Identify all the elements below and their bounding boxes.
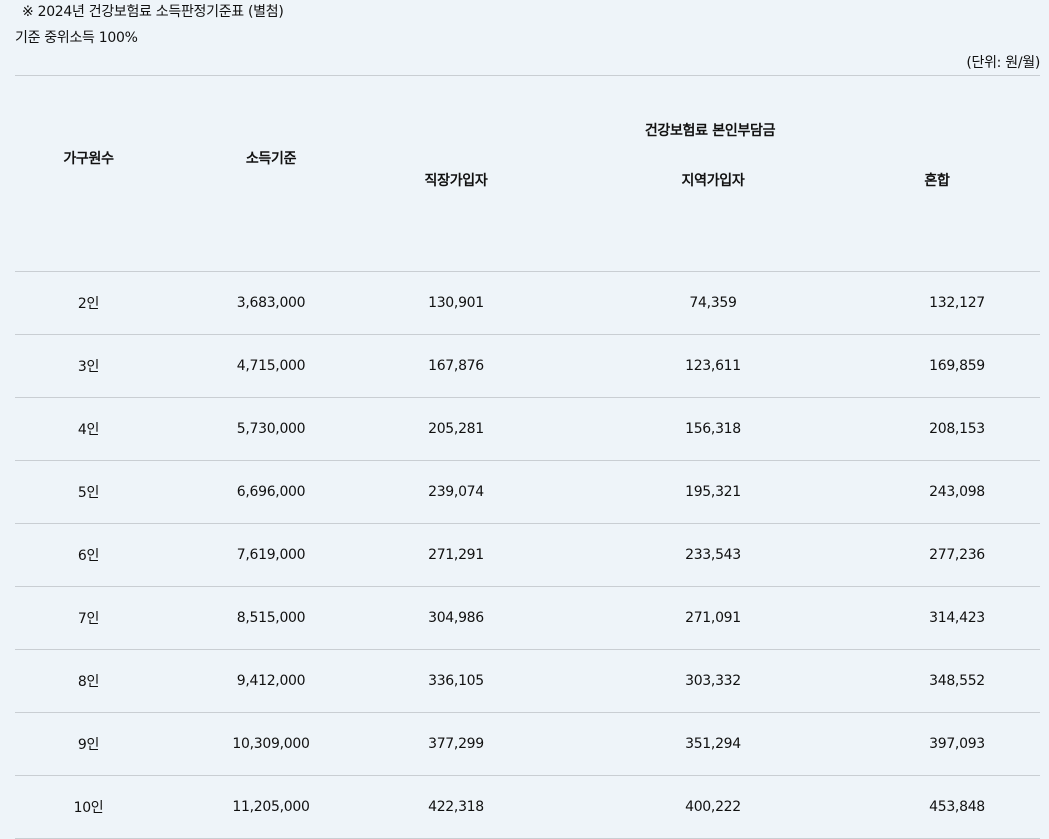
cell-regional: 303,332 [685, 673, 741, 689]
table-row: 2인 3,683,000 130,901 74,359 132,127 [15, 271, 1041, 335]
unit-label: (단위: 원/월) [966, 55, 1040, 71]
header-household: 가구원수 [15, 75, 162, 272]
cell-mixed: 208,153 [929, 421, 985, 437]
cell-income: 11,205,000 [232, 799, 310, 815]
cell-mixed: 453,848 [929, 799, 985, 815]
income-criteria-table: 가구원수 소득기준 건강보험료 본인부담금 직장가입자 지역가입자 혼합 2인 3… [15, 75, 1041, 839]
table-row: 3인 4,715,000 167,876 123,611 169,859 [15, 334, 1041, 398]
cell-mixed: 132,127 [929, 295, 985, 311]
cell-household: 3인 [77, 359, 100, 375]
cell-household: 4인 [77, 422, 100, 438]
cell-household: 7인 [77, 611, 100, 627]
cell-mixed: 243,098 [929, 484, 985, 500]
cell-regional: 271,091 [685, 610, 741, 626]
cell-employee: 377,299 [428, 736, 484, 752]
cell-household: 10인 [73, 800, 104, 816]
header-mixed: 혼합 [834, 162, 1041, 272]
cell-income: 5,730,000 [236, 421, 306, 437]
cell-mixed: 169,859 [929, 358, 985, 374]
header-employee: 직장가입자 [380, 162, 612, 272]
cell-income: 6,696,000 [236, 484, 306, 500]
cell-mixed: 348,552 [929, 673, 985, 689]
cell-income: 8,515,000 [236, 610, 306, 626]
cell-employee: 205,281 [428, 421, 484, 437]
cell-mixed: 277,236 [929, 547, 985, 563]
cell-mixed: 314,423 [929, 610, 985, 626]
cell-employee: 304,986 [428, 610, 484, 626]
table-row: 8인 9,412,000 336,105 303,332 348,552 [15, 649, 1041, 713]
cell-regional: 351,294 [685, 736, 741, 752]
cell-employee: 336,105 [428, 673, 484, 689]
cell-household: 6인 [77, 548, 100, 564]
cell-household: 5인 [77, 485, 100, 501]
header-premium-group: 건강보험료 본인부담금 [380, 75, 1041, 162]
table-header: 가구원수 소득기준 건강보험료 본인부담금 직장가입자 지역가입자 혼합 [15, 75, 1041, 272]
table-body: 2인 3,683,000 130,901 74,359 132,127 3인 4,715,0… [15, 271, 1041, 839]
cell-income: 10,309,000 [232, 736, 310, 752]
header-regional: 지역가입자 [612, 162, 834, 272]
cell-income: 4,715,000 [236, 358, 306, 374]
cell-regional: 233,543 [685, 547, 741, 563]
cell-income: 9,412,000 [236, 673, 306, 689]
table-row: 6인 7,619,000 271,291 233,543 277,236 [15, 523, 1041, 587]
table-row: 9인 10,309,000 377,299 351,294 397,093 [15, 712, 1041, 776]
table-row: 7인 8,515,000 304,986 271,091 314,423 [15, 586, 1041, 650]
cell-regional: 74,359 [689, 295, 737, 311]
cell-employee: 130,901 [428, 295, 484, 311]
cell-employee: 271,291 [428, 547, 484, 563]
cell-household: 2인 [77, 296, 100, 312]
table-note: ※ 2024년 건강보험료 소득판정기준표 (별첨) [22, 4, 284, 20]
cell-employee: 422,318 [428, 799, 484, 815]
cell-income: 3,683,000 [236, 295, 306, 311]
median-income-subtitle: 기준 중위소득 100% [15, 30, 138, 46]
cell-regional: 400,222 [685, 799, 741, 815]
cell-household: 9인 [77, 737, 100, 753]
table-row: 4인 5,730,000 205,281 156,318 208,153 [15, 397, 1041, 461]
cell-household: 8인 [77, 674, 100, 690]
cell-regional: 156,318 [685, 421, 741, 437]
cell-regional: 123,611 [685, 358, 741, 374]
table-row: 5인 6,696,000 239,074 195,321 243,098 [15, 460, 1041, 524]
cell-regional: 195,321 [685, 484, 741, 500]
cell-employee: 167,876 [428, 358, 484, 374]
cell-income: 7,619,000 [236, 547, 306, 563]
cell-mixed: 397,093 [929, 736, 985, 752]
header-income: 소득기준 [162, 75, 380, 272]
table-row: 10인 11,205,000 422,318 400,222 453,848 [15, 775, 1041, 839]
cell-employee: 239,074 [428, 484, 484, 500]
